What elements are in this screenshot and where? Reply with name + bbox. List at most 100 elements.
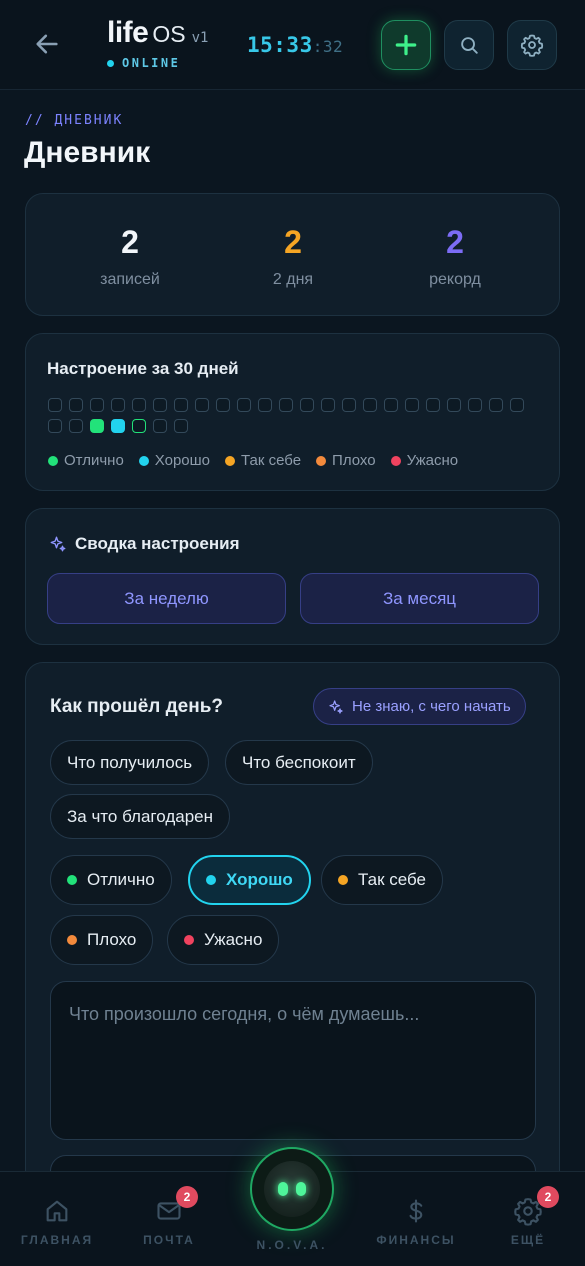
nav-home[interactable]: ГЛАВНАЯ (12, 1194, 102, 1247)
status-indicator: ONLINE (107, 56, 208, 70)
mood-day-cell (489, 398, 503, 412)
mood-day-cell (69, 419, 83, 433)
legend-label: Так себе (241, 452, 302, 469)
search-icon (461, 37, 478, 54)
mood-chip-awful[interactable]: Ужасно (167, 915, 280, 965)
mood-day-cell (426, 398, 440, 412)
more-badge: 2 (537, 1186, 559, 1208)
mood-chip-bad[interactable]: Плохо (50, 915, 154, 965)
summary-week-button[interactable]: За неделю (47, 573, 286, 624)
legend-item-good: Хорошо (138, 452, 211, 469)
mood-day-cell (69, 398, 83, 412)
entry-textarea[interactable]: Что произошло сегодня, о чём думаешь... (50, 981, 536, 1140)
clock-hours-minutes: 15:33 (247, 33, 313, 57)
legend-dot (48, 455, 58, 466)
mood-day-cell (132, 398, 146, 412)
mood-dot (206, 875, 216, 885)
stat-value: 2 (284, 224, 302, 260)
mood-label: Ужасно (204, 930, 263, 949)
mood-dot (338, 875, 348, 885)
page-title: Дневник (24, 136, 151, 169)
mood-day-cell (48, 419, 62, 433)
gear-icon (520, 34, 544, 57)
brand-life: life (107, 16, 149, 49)
mood-day-cell (363, 398, 377, 412)
mood-day-cell (111, 398, 125, 412)
mood-day-cell (132, 419, 146, 433)
entry-placeholder: Что произошло сегодня, о чём думаешь... (69, 1004, 420, 1024)
mood-day-cell (342, 398, 356, 412)
nav-more-label: ЕЩЁ (510, 1233, 546, 1247)
back-button[interactable] (30, 27, 64, 61)
brand-os: OS (152, 21, 186, 47)
prompt-chip[interactable]: За что благодарен (50, 794, 231, 839)
mood-day-cell (174, 398, 188, 412)
mood-day-cell (447, 398, 461, 412)
legend-item-bad: Плохо (316, 452, 376, 469)
mood-day-cell (153, 419, 167, 433)
mood-30-days-card: Настроение за 30 дней Отлично Хорошо Так… (25, 333, 560, 491)
mood-label: Хорошо (226, 870, 293, 889)
mood-day-cell (279, 398, 293, 412)
nova-assistant-button[interactable] (250, 1147, 334, 1231)
nav-finance-label: ФИНАНСЫ (376, 1233, 456, 1247)
legend-label: Хорошо (154, 452, 211, 469)
legend-dot (225, 455, 236, 466)
sparkle-icon (50, 536, 66, 552)
stat-entries: 2 записей (41, 224, 219, 289)
prompt-chip[interactable]: Что беспокоит (225, 740, 373, 785)
legend-label: Плохо (332, 452, 376, 469)
legend-label: Отлично (64, 452, 124, 469)
mood-chip-meh[interactable]: Так себе (321, 855, 443, 905)
breadcrumb: // ДНЕВНИК (25, 113, 124, 128)
nav-finance[interactable]: ФИНАНСЫ (371, 1194, 461, 1247)
sparkle-icon (329, 699, 343, 714)
legend-dot (390, 455, 401, 466)
mood-day-cell (174, 419, 188, 433)
day-title: Как прошёл день? (50, 696, 224, 717)
mood-day-cell (90, 419, 104, 433)
mood-chip-good[interactable]: Хорошо (188, 855, 311, 905)
stats-card: 2 записей 2 2 дня 2 рекорд (25, 193, 560, 316)
hint-button[interactable]: Не знаю, с чего начать (313, 688, 526, 725)
mood-day-cell (510, 398, 524, 412)
mood-day-cell (48, 398, 62, 412)
nav-more[interactable]: 2 ЕЩЁ (483, 1186, 573, 1247)
summary-month-button[interactable]: За месяц (300, 573, 539, 624)
mood-day-cell (468, 398, 482, 412)
robot-eye (278, 1182, 288, 1196)
mood-30-title: Настроение за 30 дней (47, 359, 239, 378)
app-header: life OS v1 ONLINE 15:33:32 (0, 0, 585, 90)
clock-seconds: :32 (312, 37, 344, 56)
search-button[interactable] (444, 20, 494, 70)
settings-button[interactable] (507, 20, 557, 70)
add-button[interactable] (381, 20, 431, 70)
summary-title: Сводка настроения (75, 534, 240, 553)
arrow-left-icon (36, 34, 58, 54)
mood-day-cell (300, 398, 314, 412)
nav-mail[interactable]: 2 ПОЧТА (124, 1186, 214, 1247)
stat-streak: 2 2 дня (204, 224, 382, 289)
mood-chip-excellent[interactable]: Отлично (50, 855, 172, 905)
home-icon (46, 1200, 68, 1222)
dollar-icon (409, 1199, 423, 1223)
mail-badge: 2 (176, 1186, 198, 1208)
mood-day-cell (237, 398, 251, 412)
stat-label: записей (100, 271, 160, 288)
mood-day-cell (195, 398, 209, 412)
summary-header: Сводка настроения (49, 534, 240, 554)
brand-version: v1 (191, 30, 209, 46)
mood-label: Так себе (358, 870, 426, 889)
legend-dot (138, 455, 149, 466)
status-dot (107, 59, 114, 67)
mood-day-cell (216, 398, 230, 412)
robot-eye (296, 1182, 306, 1196)
plus-icon (395, 34, 417, 56)
hint-label: Не знаю, с чего начать (352, 698, 511, 715)
mood-day-cell (321, 398, 335, 412)
robot-face-icon (264, 1161, 320, 1217)
stat-label: рекорд (429, 271, 481, 288)
status-text: ONLINE (122, 56, 181, 70)
stat-value: 2 (121, 224, 139, 260)
prompt-chip[interactable]: Что получилось (50, 740, 210, 785)
